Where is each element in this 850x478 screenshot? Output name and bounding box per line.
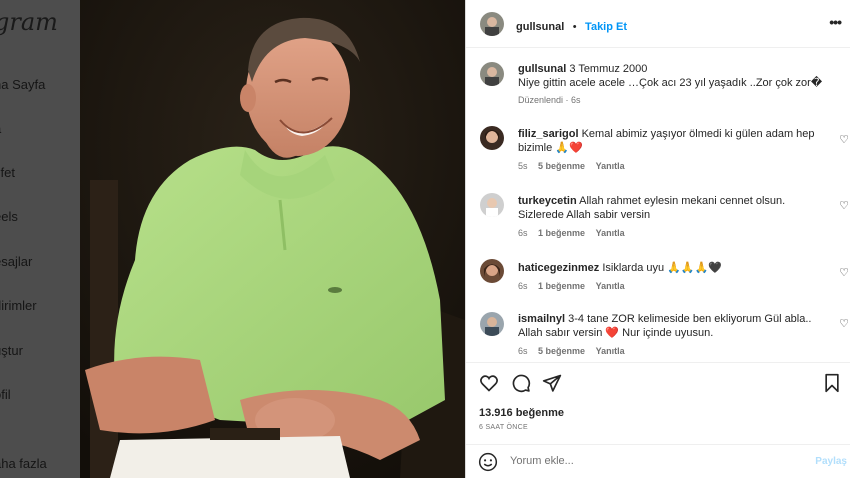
comment-text-cont: Sizlerede Allah sabir versin bbox=[518, 209, 651, 221]
likes-count[interactable]: 13.916 beğenme bbox=[479, 407, 564, 419]
like-comment-icon[interactable]: ♡ bbox=[839, 317, 849, 330]
comment-text: Kemal abimiz yaşıyor ölmedi ki gülen ada… bbox=[581, 128, 815, 140]
share-send-icon[interactable] bbox=[542, 373, 562, 393]
comment-meta: 6s 1 beğenme Yanıtla bbox=[518, 281, 828, 291]
add-comment-bar: Paylaş bbox=[466, 444, 850, 478]
comment-username[interactable]: ismailnyl bbox=[518, 313, 565, 325]
comment-bubble-icon[interactable] bbox=[511, 373, 531, 393]
comment-item: haticegezinmez Isiklarda uyu 🙏🙏🙏🖤 6s 1 b… bbox=[518, 261, 828, 291]
post-detail-panel: gullsunal • Takip Et ••• gullsunal 3 Tem… bbox=[465, 0, 850, 478]
comment-meta: 6s 5 beğenme Yanıtla bbox=[518, 346, 828, 356]
comment-input[interactable] bbox=[510, 455, 800, 467]
sidebar: gram na Sayfa a şfet eels esajlar diriml… bbox=[0, 0, 80, 478]
reply-button[interactable]: Yanıtla bbox=[596, 346, 625, 356]
comment-meta: 5s 5 beğenme Yanıtla bbox=[518, 161, 828, 171]
like-comment-icon[interactable]: ♡ bbox=[839, 266, 849, 279]
avatar-image bbox=[480, 259, 504, 283]
comment-text-cont: bizimle 🙏❤️ bbox=[518, 142, 583, 154]
post-photo-illustration bbox=[80, 0, 465, 478]
comment-text: Allah rahmet eylesin mekani cennet olsun… bbox=[579, 195, 786, 207]
like-heart-icon[interactable] bbox=[479, 373, 499, 393]
comment-avatar[interactable] bbox=[480, 312, 504, 336]
sidebar-item-notifications[interactable]: dirimler bbox=[0, 298, 37, 313]
sidebar-item-explore[interactable]: şfet bbox=[0, 165, 15, 180]
caption-date: 3 Temmuz 2000 bbox=[569, 63, 648, 75]
author-avatar[interactable] bbox=[480, 12, 504, 36]
sidebar-item-home[interactable]: na Sayfa bbox=[0, 77, 45, 92]
comment-likes[interactable]: 5 beğenme bbox=[538, 346, 585, 356]
comment-age: 5s bbox=[518, 161, 528, 171]
caption-username[interactable]: gullsunal bbox=[518, 63, 566, 75]
caption-meta: Düzenlendi · 6s bbox=[518, 95, 581, 105]
post-header-text: gullsunal • Takip Et bbox=[516, 17, 627, 35]
comment-username[interactable]: haticegezinmez bbox=[518, 262, 599, 274]
post-time[interactable]: 6 SAAT ÖNCE bbox=[479, 424, 528, 431]
sidebar-item-reels[interactable]: eels bbox=[0, 209, 18, 224]
post-image bbox=[80, 0, 465, 478]
save-bookmark-icon[interactable] bbox=[823, 373, 841, 393]
avatar-image bbox=[480, 312, 504, 336]
like-comment-icon[interactable]: ♡ bbox=[839, 133, 849, 146]
reply-button[interactable]: Yanıtla bbox=[596, 228, 625, 238]
emoji-icon[interactable] bbox=[478, 452, 498, 472]
sidebar-item-create[interactable]: uştur bbox=[0, 343, 23, 358]
avatar-image bbox=[480, 126, 504, 150]
header-separator: • bbox=[572, 21, 577, 33]
sidebar-item-profile[interactable]: ofil bbox=[0, 387, 11, 402]
avatar-image bbox=[480, 12, 504, 36]
comment-meta: 6s 1 beğenme Yanıtla bbox=[518, 228, 828, 238]
post-actions: 13.916 beğenme 6 SAAT ÖNCE bbox=[466, 362, 850, 452]
post-comment-button[interactable]: Paylaş bbox=[815, 456, 847, 467]
post-header: gullsunal • Takip Et ••• bbox=[466, 0, 850, 48]
comment-text: Isiklarda uyu 🙏🙏🙏🖤 bbox=[602, 262, 722, 274]
sidebar-item-search[interactable]: a bbox=[0, 121, 1, 136]
sidebar-item-messages[interactable]: esajlar bbox=[0, 254, 32, 269]
author-username[interactable]: gullsunal bbox=[516, 21, 564, 33]
comment-item: filiz_sarigol Kemal abimiz yaşıyor ölmed… bbox=[518, 127, 828, 171]
comments-list[interactable]: gullsunal 3 Temmuz 2000 Niye gittin acel… bbox=[466, 49, 850, 361]
reply-button[interactable]: Yanıtla bbox=[596, 161, 625, 171]
caption-text: Niye gittin acele acele …Çok acı 23 yıl … bbox=[518, 77, 823, 89]
comment-likes[interactable]: 5 beğenme bbox=[538, 161, 585, 171]
instagram-logo: gram bbox=[0, 8, 58, 36]
avatar-image bbox=[480, 193, 504, 217]
sidebar-item-more[interactable]: aha fazla bbox=[0, 456, 47, 471]
reply-button[interactable]: Yanıtla bbox=[596, 281, 625, 291]
comment-age: 6s bbox=[518, 228, 528, 238]
comment-username[interactable]: filiz_sarigol bbox=[518, 128, 579, 140]
comment-age: 6s bbox=[518, 281, 528, 291]
caption-avatar[interactable] bbox=[480, 62, 504, 86]
comment-avatar[interactable] bbox=[480, 193, 504, 217]
comment-age: 6s bbox=[518, 346, 528, 356]
comment-avatar[interactable] bbox=[480, 259, 504, 283]
like-comment-icon[interactable]: ♡ bbox=[839, 199, 849, 212]
comment-text: 3-4 tane ZOR kelimeside ben ekliyorum Gü… bbox=[568, 313, 812, 325]
comment-text-cont: Allah sabır versin ❤️ Nur içinde uyusun. bbox=[518, 327, 714, 339]
comment-item: turkeycetin Allah rahmet eylesin mekani … bbox=[518, 194, 828, 238]
comment-item: ismailnyl 3-4 tane ZOR kelimeside ben ek… bbox=[518, 312, 828, 356]
comment-likes[interactable]: 1 beğenme bbox=[538, 281, 585, 291]
caption: gullsunal 3 Temmuz 2000 Niye gittin acel… bbox=[518, 62, 838, 105]
comment-likes[interactable]: 1 beğenme bbox=[538, 228, 585, 238]
comment-username[interactable]: turkeycetin bbox=[518, 195, 577, 207]
avatar-image bbox=[480, 62, 504, 86]
comment-avatar[interactable] bbox=[480, 126, 504, 150]
follow-button[interactable]: Takip Et bbox=[585, 21, 627, 33]
more-options-icon[interactable]: ••• bbox=[829, 14, 842, 30]
